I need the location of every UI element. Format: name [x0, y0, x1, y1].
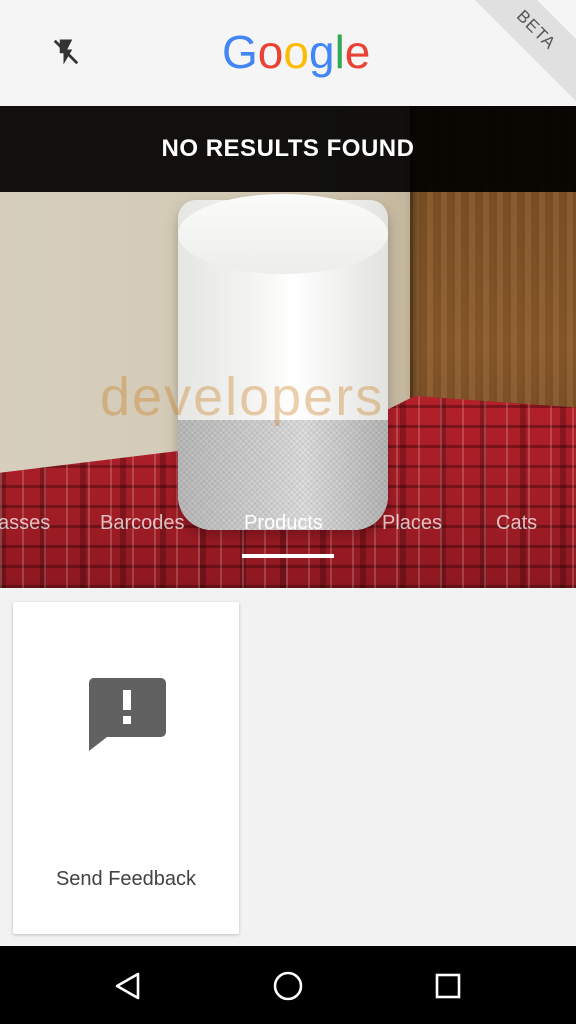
tab-products[interactable]: Products	[244, 512, 323, 535]
logo-letter: l	[334, 26, 345, 78]
no-results-banner: NO RESULTS FOUND	[0, 106, 576, 192]
flash-off-icon	[53, 39, 79, 65]
logo-letter: o	[283, 26, 309, 78]
logo-letter: o	[257, 26, 284, 78]
nav-recents-button[interactable]	[424, 962, 472, 1010]
speaker-top	[178, 194, 388, 274]
beta-label: BETA	[512, 6, 560, 54]
nav-home-button[interactable]	[264, 962, 312, 1010]
no-results-text: NO RESULTS FOUND	[161, 135, 415, 162]
nav-back-button[interactable]	[104, 962, 152, 1010]
logo-letter: G	[222, 26, 258, 78]
send-feedback-card[interactable]: Send Feedback	[13, 602, 239, 934]
logo-letter: g	[308, 26, 335, 78]
system-nav-bar	[0, 946, 576, 1024]
back-triangle-icon	[115, 972, 140, 1000]
category-tabs: asses Barcodes Products Places Cats	[0, 500, 576, 560]
google-logo: Google	[222, 24, 370, 80]
top-app-bar: Google BETA	[0, 0, 576, 106]
recents-square-icon	[435, 973, 461, 999]
beta-ribbon: BETA	[449, 0, 576, 106]
tab-barcodes[interactable]: Barcodes	[100, 512, 185, 535]
tab-cats[interactable]: Cats	[496, 512, 537, 535]
tab-glasses[interactable]: asses	[0, 512, 50, 535]
active-tab-indicator	[242, 554, 334, 558]
send-feedback-label: Send Feedback	[55, 868, 197, 890]
feedback-icon	[88, 678, 166, 751]
detected-speaker-object	[178, 194, 388, 530]
logo-letter: e	[344, 26, 371, 78]
flash-toggle-button[interactable]	[44, 30, 88, 74]
tab-places[interactable]: Places	[382, 512, 442, 535]
home-circle-icon	[273, 971, 303, 1001]
